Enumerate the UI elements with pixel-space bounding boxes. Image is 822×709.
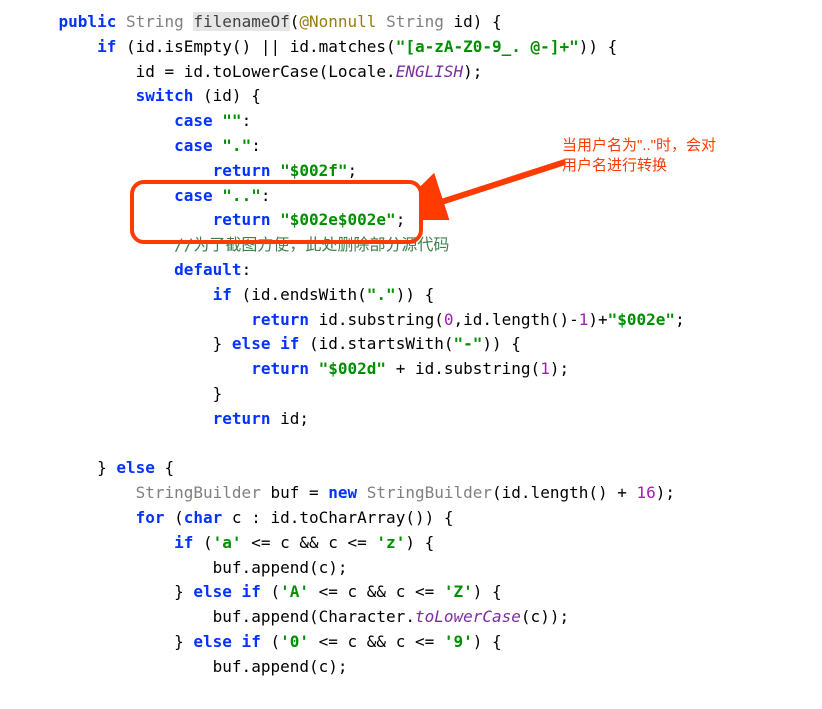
t: ); (656, 483, 675, 502)
code-block: public String filenameOf ( @Nonnull String… (20, 10, 802, 680)
num: 1 (579, 310, 589, 329)
kw-return: return (213, 210, 280, 229)
t: ; (348, 161, 358, 180)
kw-elseif: else if (232, 334, 299, 353)
t: ( (261, 582, 280, 601)
kw-new: new (328, 483, 367, 502)
t: ; (675, 310, 685, 329)
method-name: filenameOf (193, 12, 289, 31)
t: : (242, 111, 252, 130)
kw-switch: switch (136, 86, 194, 105)
str-002d: "$002d" (319, 359, 386, 378)
t: (id.startsWith( (299, 334, 453, 353)
type-sb: StringBuilder (136, 483, 261, 502)
t: ) { (473, 582, 502, 601)
t: ; (396, 210, 406, 229)
t: ,id.length()- (453, 310, 578, 329)
kw-if: if (174, 533, 193, 552)
t: <= c && c <= (309, 632, 444, 651)
t: ( (165, 508, 184, 527)
kw-public: public (59, 12, 117, 31)
char-A: 'A' (280, 582, 309, 601)
annotation-nonnull: @Nonnull (299, 12, 376, 31)
t: <= c && c <= (242, 533, 377, 552)
str-002f: "$002f" (280, 161, 347, 180)
t: + id.substring( (386, 359, 540, 378)
num: 1 (540, 359, 550, 378)
method-tolower: toLowerCase (415, 607, 521, 626)
kw-return: return (213, 161, 280, 180)
t: )+ (588, 310, 607, 329)
type-string: String (126, 12, 184, 31)
t: buf.append(c); (213, 657, 348, 676)
t: ) { (405, 533, 434, 552)
t: : (251, 136, 261, 155)
num-16: 16 (637, 483, 656, 502)
t: ( (193, 533, 212, 552)
t: )) { (396, 285, 435, 304)
kw-if: if (97, 37, 116, 56)
type-string2: String (386, 12, 444, 31)
t: (id) { (193, 86, 260, 105)
annotation-line2: 用户名进行转换 (562, 157, 667, 174)
t: buf = (261, 483, 328, 502)
t: (id.endsWith( (232, 285, 367, 304)
kw-for: for (136, 508, 165, 527)
t: id; (270, 409, 309, 428)
kw-case: case (174, 136, 222, 155)
str-empty: "" (222, 111, 241, 130)
char-a: 'a' (213, 533, 242, 552)
t: <= c && c <= (309, 582, 444, 601)
const-english: ENGLISH (396, 62, 463, 81)
t: id = id.toLowerCase(Locale. (136, 62, 396, 81)
kw-return: return (213, 409, 271, 428)
str-002e: "$002e" (608, 310, 675, 329)
char-9: '9' (444, 632, 473, 651)
t: id) { (444, 12, 502, 31)
char-z: 'z' (376, 533, 405, 552)
kw-return: return (251, 310, 309, 329)
char-0: '0' (280, 632, 309, 651)
t: buf.append(Character. (213, 607, 415, 626)
kw-elseif: else if (193, 582, 260, 601)
t: id.substring( (309, 310, 444, 329)
str-dot2: "." (367, 285, 396, 304)
t: ); (550, 359, 569, 378)
annotation-callout: 当用户名为".."时，会对 用户名进行转换 (562, 136, 716, 177)
t: buf.append(c); (213, 558, 348, 577)
t: )) { (579, 37, 618, 56)
annotation-line1: 当用户名为".."时，会对 (562, 137, 716, 154)
t: (c)); (521, 607, 569, 626)
t: } (213, 384, 223, 403)
comment-line: //为了截图方便，此处删除部分源代码 (174, 235, 449, 254)
t: (id.length() + (492, 483, 637, 502)
str-dash: "-" (453, 334, 482, 353)
kw-else: else (116, 458, 155, 477)
t: ( (261, 632, 280, 651)
t: : (261, 186, 271, 205)
kw-elseif: else if (193, 632, 260, 651)
str-dot: "." (222, 136, 251, 155)
str-regex: "[a-zA-Z0-9_. @-]+" (396, 37, 579, 56)
type-sb2: StringBuilder (367, 483, 492, 502)
kw-default: default (174, 260, 241, 279)
str-dotdot: ".." (222, 186, 261, 205)
kw-case: case (174, 186, 222, 205)
t: )) { (482, 334, 521, 353)
t: (id.isEmpty() || id.matches( (126, 37, 396, 56)
t: c : id.toCharArray()) { (222, 508, 453, 527)
char-Z: 'Z' (444, 582, 473, 601)
kw-char: char (184, 508, 223, 527)
t: : (242, 260, 252, 279)
kw-return: return (251, 359, 318, 378)
t: ); (463, 62, 482, 81)
t: ) { (473, 632, 502, 651)
str-002e002e: "$002e$002e" (280, 210, 396, 229)
kw-case: case (174, 111, 222, 130)
kw-if: if (213, 285, 232, 304)
